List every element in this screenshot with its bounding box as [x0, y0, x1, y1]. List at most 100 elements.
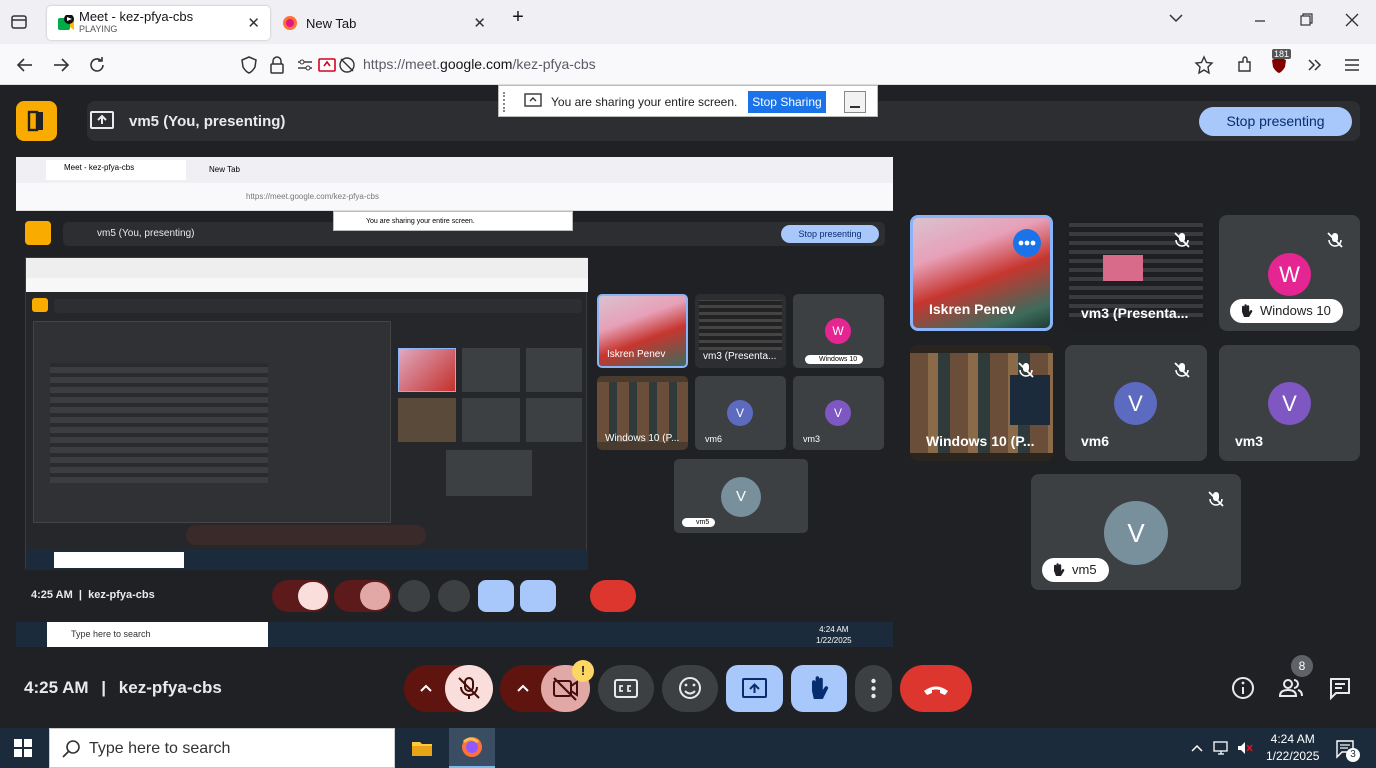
mirror-avatar: V [727, 400, 753, 426]
more-options-icon[interactable] [1013, 229, 1041, 257]
minimize-notice-button[interactable] [844, 91, 866, 113]
tile-vm6[interactable]: V vm6 [1065, 345, 1207, 461]
new-tab-icon[interactable]: + [506, 6, 530, 29]
tile-vm3-presenting[interactable]: vm3 (Presenta... [1065, 215, 1207, 331]
tile-name: vm3 [1235, 433, 1264, 449]
mirror-tile-vm5: V vm5 [674, 459, 808, 533]
url-path: /kez-pfya-cbs [512, 56, 596, 72]
mic-off-icon [1173, 361, 1191, 379]
mirror-tab-title: Meet - kez-pfya-cbs [64, 163, 135, 172]
shield-icon[interactable] [238, 54, 260, 76]
tab-meet[interactable]: Meet - kez-pfya-cbs PLAYING ✕ [47, 6, 270, 40]
close-window-icon[interactable] [1340, 10, 1364, 30]
forward-icon[interactable] [50, 54, 72, 76]
bookmark-star-icon[interactable] [1193, 54, 1215, 76]
mirror-tab-bar: Meet - kez-pfya-cbs New Tab [16, 157, 893, 183]
share-screen-icon [524, 93, 542, 109]
close-tab-icon[interactable]: ✕ [473, 14, 486, 32]
tile-windows10[interactable]: W Windows 10 [1219, 215, 1360, 331]
mirror-share-notice: You are sharing your entire screen. [333, 211, 573, 231]
chevron-down-icon[interactable] [1164, 10, 1188, 26]
meet-logo [16, 101, 57, 141]
mic-toggle-button[interactable] [445, 665, 493, 712]
ublock-extension-icon[interactable]: 181 [1268, 49, 1292, 76]
back-icon[interactable] [14, 54, 36, 76]
overflow-chevrons-icon[interactable] [1304, 54, 1326, 76]
tab-playing-label: PLAYING [79, 24, 118, 34]
mirror-tile-windows10: W Windows 10 [793, 294, 884, 368]
audio-options-button[interactable] [404, 665, 449, 712]
lock-icon[interactable] [266, 54, 288, 76]
tab-list-icon[interactable] [10, 13, 28, 31]
mirror-url-prefix: https://meet. [246, 192, 291, 201]
mirror-logo [25, 221, 51, 245]
file-explorer-icon[interactable] [410, 736, 434, 760]
stop-sharing-button[interactable]: Stop Sharing [748, 91, 826, 113]
tile-windows10-presenting[interactable]: Windows 10 (P... [910, 345, 1053, 461]
mirror-tile-vm3: V vm3 [793, 376, 884, 450]
emoji-reactions-button[interactable] [662, 665, 718, 712]
mirror-avatar: V [721, 477, 761, 517]
emoji-icon [679, 677, 701, 699]
audio-controls-group [404, 665, 493, 712]
chat-button[interactable] [1327, 675, 1353, 701]
mic-off-icon [1017, 361, 1035, 379]
windows-start-icon[interactable] [14, 739, 32, 757]
video-options-button[interactable] [500, 665, 545, 712]
network-icon[interactable] [1213, 740, 1231, 756]
drag-handle[interactable] [503, 92, 506, 112]
meeting-time: 4:25 AM [24, 678, 89, 697]
hamburger-menu-icon[interactable] [1341, 54, 1363, 76]
mic-off-icon [1207, 490, 1225, 508]
end-call-icon [924, 686, 948, 695]
volume-muted-icon[interactable] [1236, 740, 1254, 756]
meeting-code: kez-pfya-cbs [118, 678, 222, 697]
firefox-icon [462, 737, 482, 757]
mirror-tile-name: Windows 10 [805, 355, 864, 364]
mirror-url-path: /kez-pfya-cbs [331, 192, 379, 201]
url-domain: google.com [440, 56, 513, 72]
people-button[interactable] [1277, 675, 1305, 701]
taskbar-search-box[interactable]: Type here to search [49, 728, 395, 768]
browser-tab-bar: Meet - kez-pfya-cbs PLAYING ✕ New Tab ✕ … [0, 0, 1376, 44]
firefox-icon [282, 15, 298, 31]
share-notice-bar: You are sharing your entire screen. Stop… [498, 85, 878, 117]
separator: | [101, 678, 107, 697]
tile-screen-thumb [1010, 375, 1050, 425]
taskbar-firefox-button[interactable] [449, 728, 495, 768]
minimize-icon[interactable] [1248, 10, 1272, 30]
tile-name: Iskren Penev [929, 301, 1016, 317]
stop-presenting-button[interactable]: Stop presenting [1199, 107, 1352, 136]
mirror-tile-name: vm6 [705, 434, 723, 444]
screen-share-indicator-icon[interactable] [316, 54, 338, 76]
tray-clock[interactable]: 4:24 AM 1/22/2025 [1266, 731, 1319, 765]
mirror-nav-bar: https://meet.google.com/kez-pfya-cbs [16, 183, 893, 211]
extensions-icon[interactable] [1233, 54, 1255, 76]
more-options-button[interactable] [855, 665, 892, 712]
tab-new-tab[interactable]: New Tab ✕ [272, 6, 496, 40]
permissions-icon[interactable] [294, 54, 316, 76]
tab-title: Meet - kez-pfya-cbs [79, 9, 194, 24]
raise-hand-button[interactable] [791, 665, 847, 712]
leave-call-button[interactable] [900, 665, 972, 712]
reload-icon[interactable] [86, 54, 108, 76]
meeting-details-button[interactable] [1230, 675, 1256, 701]
tile-iskren-penev[interactable]: Iskren Penev [910, 215, 1053, 331]
url-bar[interactable]: https://meet.google.com/kez-pfya-cbs [363, 56, 596, 72]
mirror-search: Type here to search [47, 622, 268, 647]
mirror-tile-vm3-presenting: vm3 (Presenta... [695, 294, 786, 368]
avatar: V [1114, 382, 1157, 425]
tray-chevron-up-icon[interactable] [1190, 741, 1204, 755]
people-icon [1278, 679, 1303, 697]
mirror-share-text: You are sharing your entire screen. [366, 218, 475, 225]
captions-button[interactable] [598, 665, 654, 712]
mirror-avatar: W [825, 318, 851, 344]
mirror-url: https://meet.google.com/kez-pfya-cbs [246, 192, 379, 201]
chevron-up-icon [517, 684, 529, 692]
close-tab-icon[interactable]: ✕ [247, 14, 260, 32]
restore-icon[interactable] [1294, 10, 1318, 30]
present-now-button[interactable] [726, 665, 783, 712]
tile-vm3[interactable]: V vm3 [1219, 345, 1360, 461]
tile-vm5[interactable]: V vm5 [1031, 474, 1241, 590]
camera-blocked-icon[interactable] [336, 54, 358, 76]
